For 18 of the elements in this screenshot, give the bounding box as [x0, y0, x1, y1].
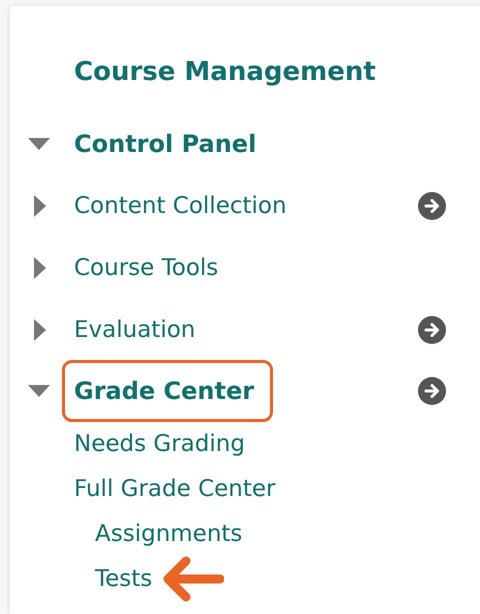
arrow-circle-icon[interactable] — [418, 377, 446, 405]
caret-down-icon[interactable] — [28, 385, 50, 397]
caret-right-icon[interactable] — [34, 319, 46, 341]
section-heading: Course Management — [73, 56, 377, 89]
menu-item[interactable]: Content Collection — [74, 193, 287, 219]
menu-item[interactable]: Course Tools — [74, 255, 218, 281]
menu-item[interactable]: Evaluation — [74, 317, 196, 343]
menu-link[interactable]: Tests — [95, 566, 152, 592]
menu-link[interactable]: Needs Grading — [74, 430, 245, 456]
menu-link[interactable]: Assignments — [95, 520, 242, 546]
arrow-circle-icon[interactable] — [418, 192, 446, 220]
caret-down-icon[interactable] — [28, 138, 50, 150]
arrow-circle-icon[interactable] — [418, 316, 446, 344]
menu-item[interactable]: Grade Center — [74, 377, 254, 405]
menu-link[interactable]: Full Grade Center — [74, 476, 276, 502]
caret-right-icon[interactable] — [34, 257, 46, 279]
caret-right-icon[interactable] — [34, 195, 46, 217]
menu-item[interactable]: Control Panel — [74, 130, 256, 158]
